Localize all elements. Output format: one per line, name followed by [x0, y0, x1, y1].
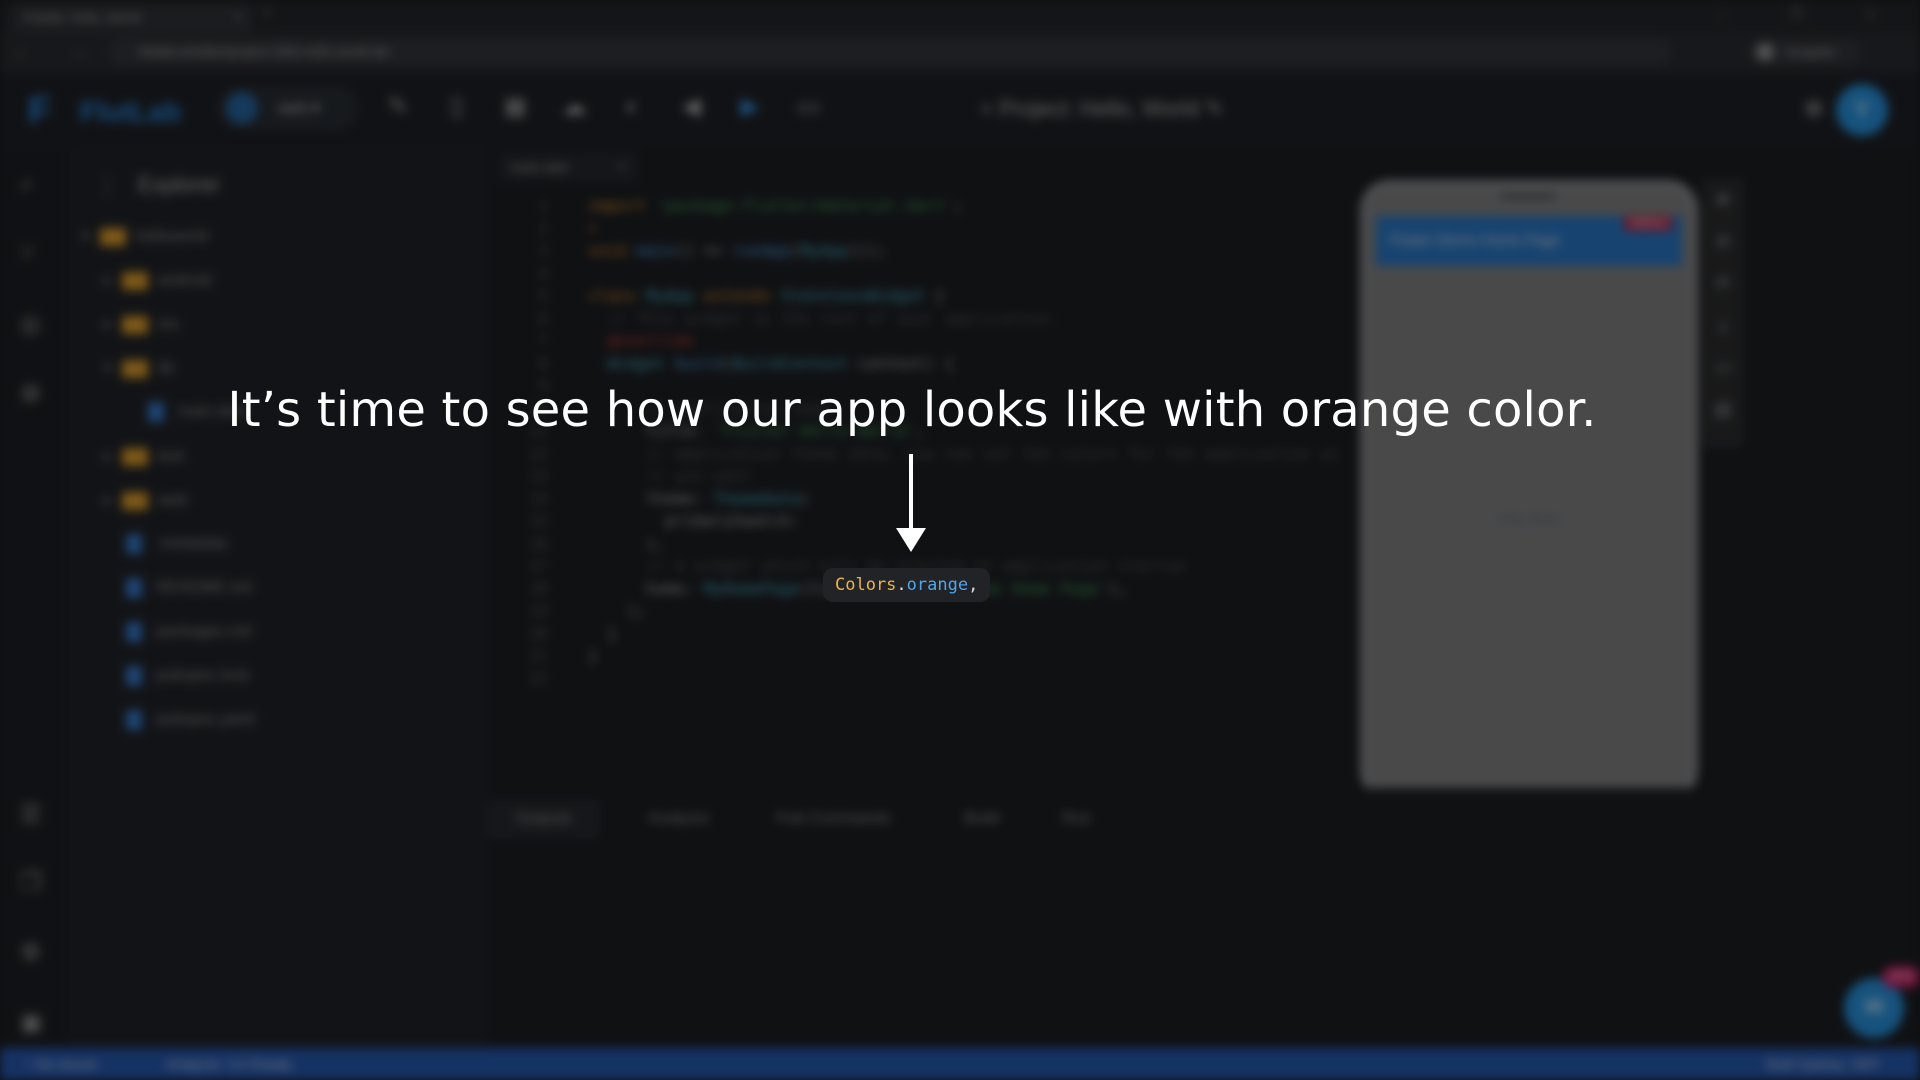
code-snippet: Colors.orange, — [823, 568, 991, 602]
code-comma: , — [968, 575, 979, 595]
arrow-down-icon — [909, 454, 913, 532]
arrow-head-icon — [896, 528, 926, 552]
tutorial-overlay: It’s time to see how our app looks like … — [0, 0, 1920, 1080]
tutorial-caption: It’s time to see how our app looks like … — [227, 382, 1597, 438]
code-class: Colors — [835, 575, 897, 595]
code-member: orange — [906, 575, 969, 595]
code-dot: . — [896, 575, 907, 595]
